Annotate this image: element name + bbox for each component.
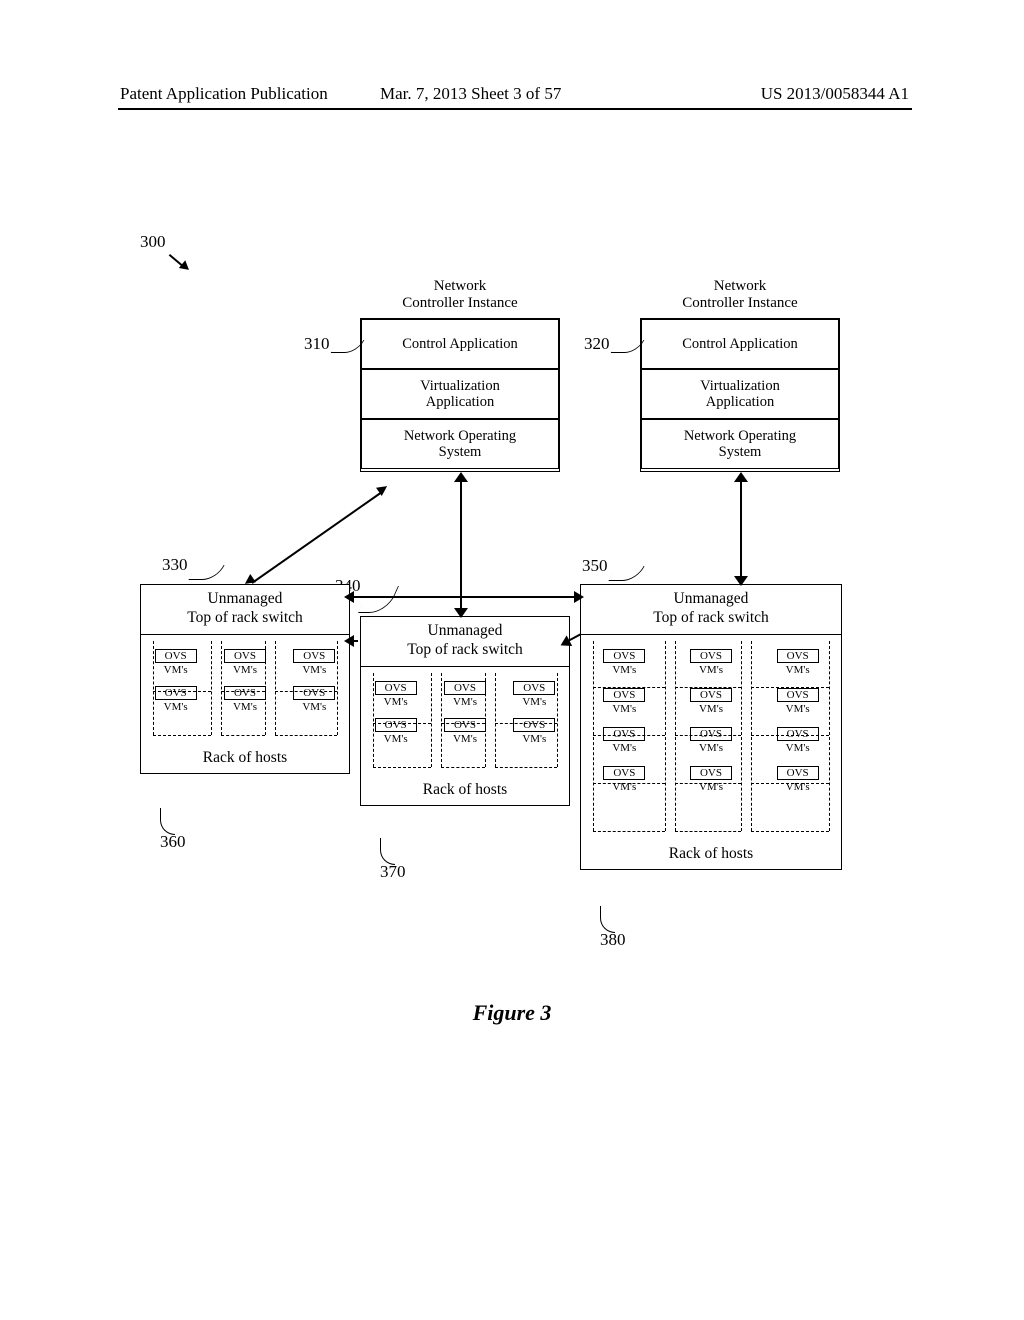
ovs-label: OVS <box>293 686 335 700</box>
vms-label: VM's <box>685 703 737 715</box>
rack-left-tor-a: Unmanaged <box>145 589 345 608</box>
vms-label: VM's <box>685 742 737 754</box>
controller-1-row1: Control Application <box>361 319 559 369</box>
rack-center: Unmanaged Top of rack switch OVSVM's OVS… <box>360 616 570 806</box>
controller-1: Control Application Virtualization Appli… <box>360 318 560 472</box>
rack-right: Unmanaged Top of rack switch OVSVM's <box>580 584 842 870</box>
ref-350-curve <box>608 566 644 581</box>
ovs-label: OVS <box>603 727 645 741</box>
vms-label: VM's <box>150 664 202 676</box>
ovs-label: OVS <box>690 766 732 780</box>
rack-center-label: Rack of hosts <box>361 773 569 805</box>
rack-right-tor-b: Top of rack switch <box>585 608 837 627</box>
ovs-label: OVS <box>444 681 486 695</box>
arrow-310-rack-center <box>460 482 462 608</box>
ovs-label: OVS <box>603 688 645 702</box>
vms-label: VM's <box>370 733 422 745</box>
controller-2: Control Application Virtualization Appli… <box>640 318 840 472</box>
arrow-rack-left-right <box>354 596 576 598</box>
header-center: Mar. 7, 2013 Sheet 3 of 57 <box>380 84 561 104</box>
vms-label: VM's <box>288 701 340 713</box>
vms-label: VM's <box>508 696 560 708</box>
vms-label: VM's <box>370 696 422 708</box>
vms-label: VM's <box>685 664 737 676</box>
vms-label: VM's <box>598 664 650 676</box>
vms-label: VM's <box>219 701 271 713</box>
ovs-label: OVS <box>513 718 555 732</box>
controller-2-row3: Network Operating System <box>641 419 839 469</box>
ovs-label: OVS <box>690 649 732 663</box>
vms-label: VM's <box>772 742 824 754</box>
controller-2-title: Network Controller Instance <box>640 278 840 313</box>
controller-2-row1: Control Application <box>641 319 839 369</box>
ref-330-curve <box>188 565 224 580</box>
ref-380-curve <box>600 906 615 933</box>
ovs-label: OVS <box>777 766 819 780</box>
vms-label: VM's <box>288 664 340 676</box>
ref-380: 380 <box>600 930 626 950</box>
ref-360: 360 <box>160 832 186 852</box>
rack-center-tor-a: Unmanaged <box>365 621 565 640</box>
ovs-label: OVS <box>690 727 732 741</box>
ovs-label: OVS <box>777 688 819 702</box>
vms-label: VM's <box>439 696 491 708</box>
rack-right-tor-a: Unmanaged <box>585 589 837 608</box>
ref-370-curve <box>380 838 395 865</box>
ovs-label: OVS <box>375 681 417 695</box>
ref-340-curve <box>358 586 399 613</box>
ref-300-arrow <box>170 254 186 270</box>
controller-2-row2: Virtualization Application <box>641 369 839 419</box>
vms-label: VM's <box>772 703 824 715</box>
vms-label: VM's <box>150 701 202 713</box>
header-rule <box>118 108 912 110</box>
ref-300: 300 <box>140 232 166 252</box>
vms-label: VM's <box>219 664 271 676</box>
ovs-label: OVS <box>777 649 819 663</box>
ovs-label: OVS <box>375 718 417 732</box>
vms-label: VM's <box>598 703 650 715</box>
ref-360-curve <box>160 808 175 835</box>
vms-label: VM's <box>598 742 650 754</box>
controller-1-title: Network Controller Instance <box>360 278 560 313</box>
ovs-label: OVS <box>444 718 486 732</box>
figure-caption: Figure 3 <box>0 1000 1024 1026</box>
ovs-label: OVS <box>603 649 645 663</box>
rack-left: Unmanaged Top of rack switch OVSVM's OVS… <box>140 584 350 774</box>
vms-label: VM's <box>439 733 491 745</box>
ovs-label: OVS <box>224 686 266 700</box>
ovs-label: OVS <box>293 649 335 663</box>
rack-center-tor-b: Top of rack switch <box>365 640 565 659</box>
header-left: Patent Application Publication <box>120 84 328 104</box>
arrow-320-rack-right <box>740 482 742 576</box>
ovs-label: OVS <box>513 681 555 695</box>
rack-right-label: Rack of hosts <box>581 837 841 869</box>
rack-left-tor-b: Top of rack switch <box>145 608 345 627</box>
ref-370: 370 <box>380 862 406 882</box>
ovs-label: OVS <box>155 649 197 663</box>
ref-330: 330 <box>162 555 188 575</box>
ovs-label: OVS <box>603 766 645 780</box>
ovs-label: OVS <box>224 649 266 663</box>
vms-label: VM's <box>508 733 560 745</box>
rack-left-label: Rack of hosts <box>141 741 349 773</box>
ovs-label: OVS <box>155 686 197 700</box>
controller-1-row2: Virtualization Application <box>361 369 559 419</box>
ref-350: 350 <box>582 556 608 576</box>
ref-310: 310 <box>304 334 330 354</box>
vms-label: VM's <box>772 664 824 676</box>
header-right: US 2013/0058344 A1 <box>761 84 909 104</box>
ovs-label: OVS <box>777 727 819 741</box>
arrow-310-rack-left <box>251 492 382 584</box>
ovs-label: OVS <box>690 688 732 702</box>
ref-320: 320 <box>584 334 610 354</box>
controller-1-row3: Network Operating System <box>361 419 559 469</box>
